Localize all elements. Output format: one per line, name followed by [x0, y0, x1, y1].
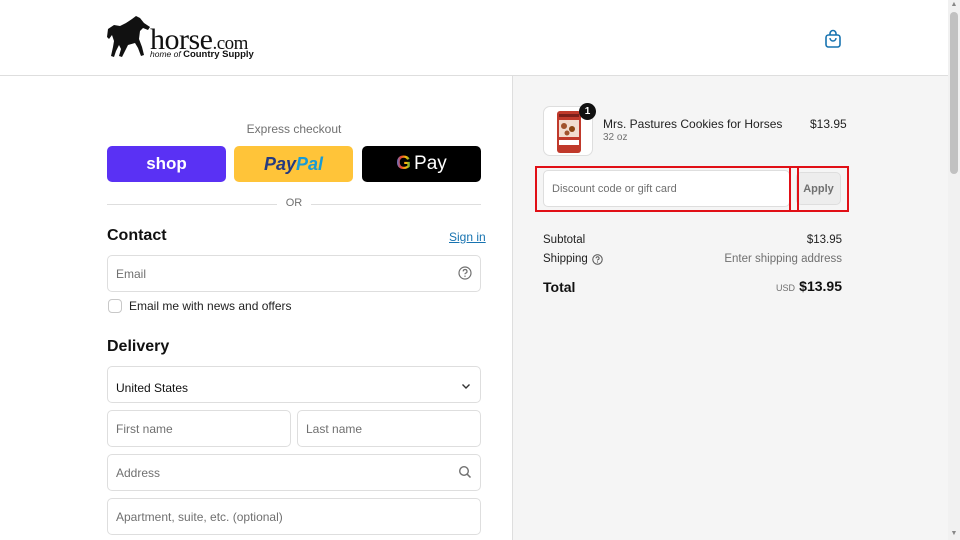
newsletter-option[interactable]: Email me with news and offers — [107, 298, 292, 314]
order-summary-panel: 1 Mrs. Pastures Cookies for Horses 32 oz… — [512, 76, 948, 540]
product-price: $13.95 — [810, 117, 847, 131]
shipping-label: Shipping — [543, 253, 588, 265]
site-header: horse.com home of Country Supply — [0, 0, 948, 76]
delivery-heading: Delivery — [107, 338, 170, 355]
sign-in-link[interactable]: Sign in — [449, 230, 486, 244]
total-value: $13.95 — [799, 278, 842, 294]
email-field[interactable]: Email — [107, 255, 481, 292]
country-select[interactable]: United States — [107, 366, 481, 403]
address-placeholder: Address — [116, 466, 161, 480]
google-g-icon: G — [396, 153, 412, 174]
paypal-label-pay: Pay — [263, 153, 296, 174]
first-name-placeholder: First name — [116, 422, 173, 436]
logo-tagline: home of Country Supply — [150, 49, 254, 60]
paypal-label-pal: Pal — [296, 153, 324, 174]
scroll-up-arrow-icon[interactable]: ▲ — [950, 1, 958, 9]
shipping-row-label: Shipping — [543, 253, 603, 265]
highlight-box-discount — [535, 166, 799, 212]
last-name-field[interactable]: Last name — [297, 410, 481, 447]
quantity-badge: 1 — [579, 103, 596, 120]
shopping-bag-icon[interactable] — [823, 29, 843, 49]
or-label: OR — [285, 197, 303, 209]
or-divider: OR — [107, 197, 481, 211]
paypal-button[interactable]: Pay Pal — [234, 146, 353, 182]
subtotal-label: Subtotal — [543, 234, 586, 246]
last-name-placeholder: Last name — [306, 422, 363, 436]
scroll-down-arrow-icon[interactable]: ▼ — [950, 530, 958, 538]
help-circle-icon[interactable] — [458, 266, 472, 280]
product-variant: 32 oz — [603, 132, 628, 143]
checkout-form-panel: Express checkout shop Pay Pal G Pay OR Con… — [0, 76, 512, 540]
subtotal-value: $13.95 — [806, 234, 842, 246]
address-field[interactable]: Address — [107, 454, 481, 491]
divider-line — [311, 204, 481, 205]
google-pay-label: Pay — [414, 153, 447, 174]
highlight-box-apply — [789, 166, 849, 212]
google-pay-button[interactable]: G Pay — [362, 146, 481, 182]
shop-pay-button[interactable]: shop — [107, 146, 226, 182]
apartment-field[interactable]: Apartment, suite, etc. (optional) — [107, 498, 481, 535]
first-name-field[interactable]: First name — [107, 410, 291, 447]
newsletter-checkbox[interactable] — [108, 299, 122, 313]
help-circle-icon[interactable] — [592, 253, 603, 265]
shipping-value: Enter shipping address — [724, 253, 842, 265]
email-placeholder: Email — [116, 267, 147, 281]
country-value: United States — [116, 381, 189, 395]
search-icon — [458, 465, 472, 479]
total-currency: USD — [775, 283, 795, 293]
contact-heading: Contact — [107, 227, 167, 244]
product-name: Mrs. Pastures Cookies for Horses — [603, 117, 783, 131]
total-label: Total — [543, 279, 576, 295]
apartment-placeholder: Apartment, suite, etc. (optional) — [116, 510, 283, 524]
horse-silhouette-icon — [107, 16, 150, 57]
newsletter-label: Email me with news and offers — [129, 299, 292, 313]
horse-com-logo[interactable]: horse.com home of Country Supply — [106, 15, 266, 61]
express-checkout-title: Express checkout — [246, 122, 342, 136]
chevron-down-icon — [462, 384, 470, 389]
scroll-thumb[interactable] — [950, 12, 958, 174]
shop-pay-label: shop — [146, 154, 187, 173]
page-scrollbar[interactable]: ▲ ▼ — [948, 0, 960, 540]
